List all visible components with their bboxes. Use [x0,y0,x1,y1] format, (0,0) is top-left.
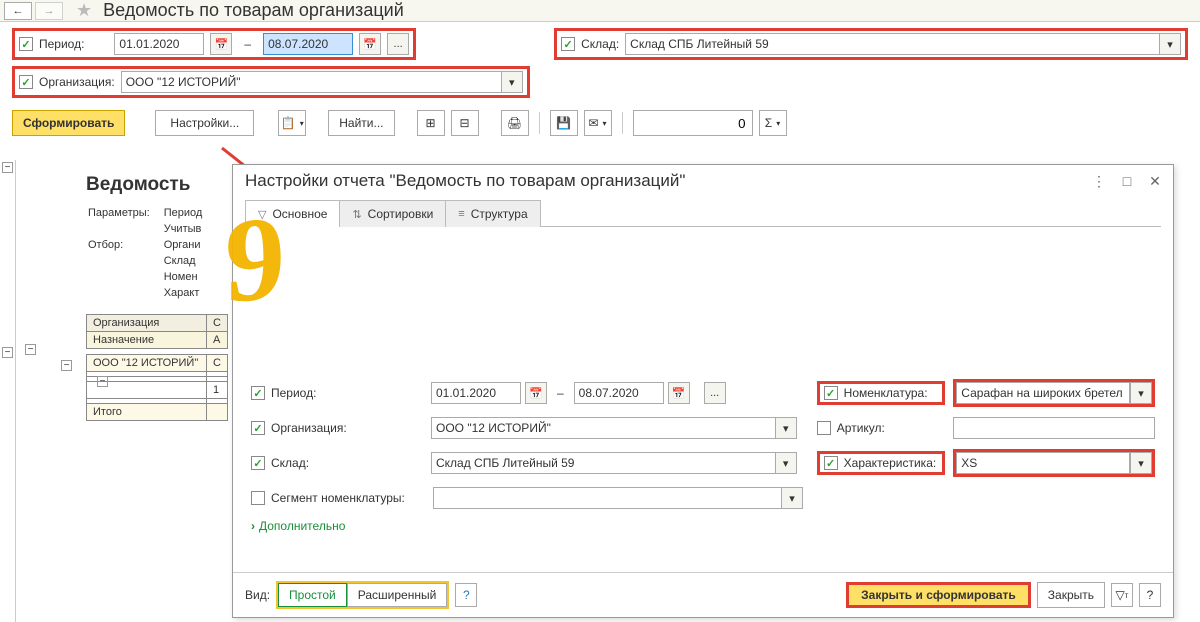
dropdown-icon[interactable]: ▾ [781,487,803,509]
view-mode-toggle: Простой Расширенный [276,581,449,609]
dlg-period-to[interactable]: 08.07.2020 [574,382,664,404]
period-checkbox[interactable] [19,37,33,51]
copy-button[interactable]: 📋▾ [278,110,306,136]
period-more-button[interactable]: ... [387,33,409,55]
favorite-star-icon[interactable]: ★ [76,0,92,21]
dropdown-icon[interactable]: ▾ [1159,33,1181,55]
art-label: Артикул: [837,421,885,435]
org-label: Организация: [39,75,115,89]
outline-toggle[interactable]: − [2,347,13,358]
collapse-button[interactable]: ⊟ [451,110,479,136]
art-checkbox[interactable] [817,421,831,435]
help2-button[interactable]: ? [1139,583,1161,607]
save-button[interactable]: 💾 [550,110,578,136]
warehouse-label: Склад: [581,37,619,51]
settings-button[interactable]: Настройки... [155,110,254,136]
view-adv-button[interactable]: Расширенный [347,583,448,607]
dropdown-icon[interactable]: ▾ [775,417,797,439]
report-tree: − − − [24,338,132,388]
page-title: Ведомость по товарам организаций [103,0,404,21]
org-checkbox[interactable] [19,75,33,89]
dlg-wh-label: Склад: [271,456,309,470]
filter-reset-button[interactable]: ▽т [1111,583,1133,607]
dlg-period-more[interactable]: ... [704,382,726,404]
nomen-checkbox[interactable] [824,386,838,400]
calendar-icon[interactable]: 📅 [210,33,232,55]
period-to-input[interactable]: 08.07.2020 [263,33,353,55]
dropdown-icon[interactable]: ▾ [501,71,523,93]
calendar-icon[interactable]: 📅 [525,382,547,404]
warehouse-input[interactable]: Склад СПБ Литейный 59 [625,33,1159,55]
more-link[interactable]: Дополнительно [251,519,1155,533]
char-input[interactable]: XS [956,452,1130,474]
seg-input[interactable] [433,487,781,509]
print-button[interactable]: 🖨 [501,110,529,136]
dlg-org-checkbox[interactable] [251,421,265,435]
period-label: Период: [39,37,84,51]
sum-button[interactable]: Σ▾ [759,110,787,136]
seg-label: Сегмент номенклатуры: [271,491,405,505]
dropdown-icon[interactable]: ▾ [1130,382,1152,404]
view-simple-button[interactable]: Простой [278,583,347,607]
mail-button[interactable]: ✉▾ [584,110,612,136]
view-label: Вид: [245,588,270,602]
outline-toggle[interactable]: − [2,162,13,173]
dlg-wh-checkbox[interactable] [251,456,265,470]
dlg-org-input[interactable]: ООО "12 ИСТОРИЙ" [431,417,775,439]
art-input[interactable] [953,417,1155,439]
dlg-period-checkbox[interactable] [251,386,265,400]
close-button[interactable]: Закрыть [1037,582,1105,608]
dropdown-icon[interactable]: ▾ [775,452,797,474]
warehouse-checkbox[interactable] [561,37,575,51]
dropdown-icon[interactable]: ▾ [1130,452,1152,474]
calendar-icon[interactable]: 📅 [668,382,690,404]
dlg-period-from[interactable]: 01.01.2020 [431,382,521,404]
period-from-input[interactable]: 01.01.2020 [114,33,204,55]
seg-checkbox[interactable] [251,491,265,505]
help-button[interactable]: ? [455,583,477,607]
number-input[interactable] [633,110,753,136]
nav-fwd-button[interactable]: → [35,2,63,20]
outline-gutter: − − [0,160,16,622]
close-generate-button[interactable]: Закрыть и сформировать [846,582,1031,608]
dlg-org-label: Организация: [271,421,347,435]
org-input[interactable]: ООО "12 ИСТОРИЙ" [121,71,501,93]
close-icon[interactable]: ✕ [1145,172,1165,190]
calendar-icon[interactable]: 📅 [359,33,381,55]
expand-button[interactable]: ⊞ [417,110,445,136]
char-checkbox[interactable] [824,456,838,470]
nomen-label: Номенклатура: [844,386,928,400]
settings-dialog: Настройки отчета "Ведомость по товарам о… [232,164,1174,618]
nav-back-button[interactable]: ← [4,2,32,20]
report-params: Параметры:Период Учитыв Отбор:Органи Скл… [86,204,216,302]
dlg-period-label: Период: [271,386,316,400]
find-button[interactable]: Найти... [328,110,394,136]
nomen-input[interactable]: Сарафан на широких бретел [956,382,1130,404]
dlg-wh-input[interactable]: Склад СПБ Литейный 59 [431,452,775,474]
char-label: Характеристика: [844,456,937,470]
generate-button[interactable]: Сформировать [12,110,125,136]
